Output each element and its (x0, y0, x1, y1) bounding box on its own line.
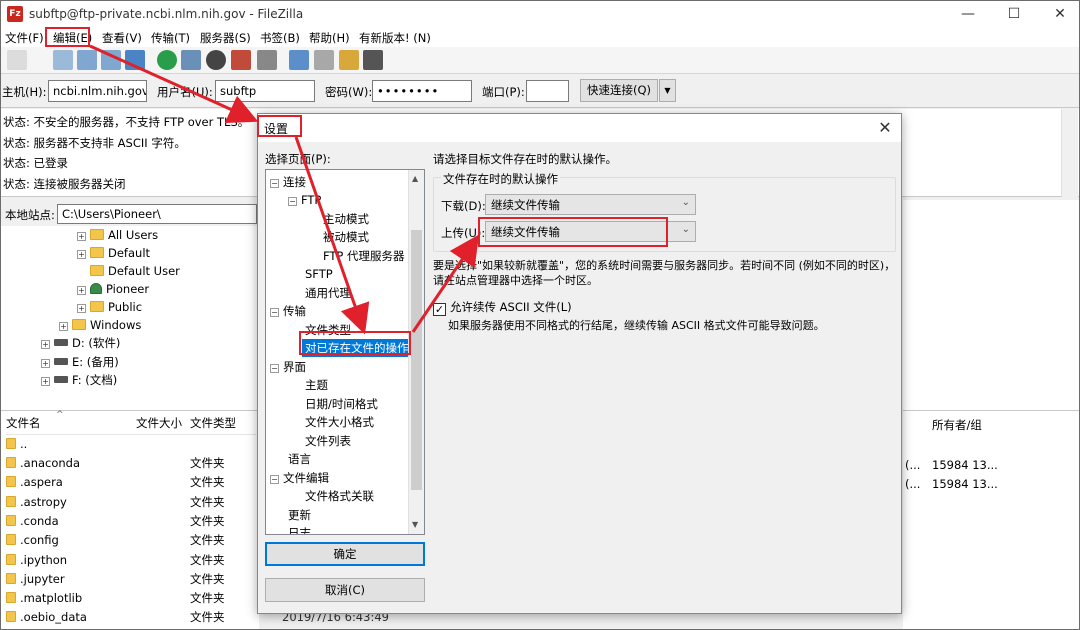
arrow-page-to-upload (411, 234, 480, 333)
annotation-arrows (89, 44, 480, 335)
arrow-settings-to-page (294, 136, 370, 335)
arrow-edit-to-settings (89, 44, 259, 124)
